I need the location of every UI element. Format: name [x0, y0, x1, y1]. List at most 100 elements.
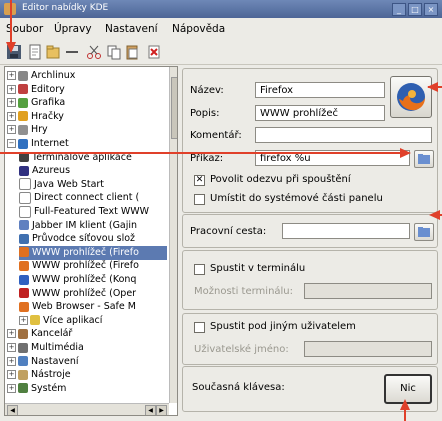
tree-item[interactable]: + Hry: [7, 123, 167, 137]
tree-item-label: Nástroje: [31, 369, 71, 381]
new-submenu-icon[interactable]: [45, 44, 61, 60]
tree-item-label: Více aplikací: [43, 314, 103, 326]
menu-entry-icon: [19, 165, 29, 176]
scroll-left-icon[interactable]: ◀: [145, 405, 156, 415]
terminal-options-field[interactable]: [304, 283, 432, 299]
tree-item[interactable]: + Multimédia: [7, 341, 167, 355]
expand-toggle-icon[interactable]: +: [7, 98, 16, 108]
systray-checkbox[interactable]: [194, 194, 205, 205]
toolbar: [0, 40, 442, 65]
paste-icon[interactable]: [124, 44, 140, 60]
copy-icon[interactable]: [106, 44, 122, 60]
expand-toggle-icon[interactable]: +: [7, 356, 16, 366]
window-titlebar[interactable]: Editor nabídky KDE _ □ ×: [0, 0, 442, 18]
separator-icon[interactable]: [64, 44, 80, 60]
menu-nastaveni[interactable]: Nastavení: [105, 23, 158, 35]
otheruser-checkbox[interactable]: [194, 322, 205, 333]
description-field[interactable]: WWW prohlížeč: [255, 105, 385, 121]
expand-toggle-icon[interactable]: −: [7, 139, 16, 148]
delete-icon[interactable]: [146, 44, 162, 60]
menu-napoveda[interactable]: Nápověda: [172, 23, 225, 35]
tree-item[interactable]: + Systém: [7, 382, 167, 396]
tree-item[interactable]: Full-Featured Text WWW: [19, 205, 167, 219]
menu-entry-icon: [19, 178, 31, 191]
tree-item-label: Jabber IM klient (Gajin: [32, 219, 138, 231]
menu-entry-icon: [18, 369, 28, 380]
new-item-icon[interactable]: [27, 44, 43, 60]
comment-field[interactable]: [255, 127, 432, 143]
menu-entry-icon: [19, 247, 29, 258]
feedback-label: Povolit odezvu při spouštění: [210, 174, 351, 185]
tree-item[interactable]: Java Web Start: [19, 178, 167, 192]
tree-item-label: Hry: [31, 124, 48, 136]
menu-entry-icon: [18, 84, 28, 95]
tree-item[interactable]: + Archlinux: [7, 69, 167, 83]
expand-toggle-icon[interactable]: +: [7, 84, 16, 94]
tree-item-label: Internet: [31, 138, 69, 149]
menu-entry-icon: [19, 260, 29, 271]
tree-item-label: Java Web Start: [34, 178, 105, 190]
tree-item[interactable]: Azureus: [19, 164, 167, 178]
menu-upravy[interactable]: Úpravy: [54, 23, 92, 35]
scroll-left-icon[interactable]: ◀: [7, 405, 18, 415]
tree-item[interactable]: − Internet: [7, 137, 167, 151]
tree-item[interactable]: + Hračky: [7, 110, 167, 124]
tree-item-label: Direct connect client (: [34, 192, 140, 204]
cut-icon[interactable]: [86, 44, 102, 60]
tree-item[interactable]: + Nástroje: [7, 368, 167, 382]
tree-item[interactable]: Jabber IM klient (Gajin: [19, 219, 167, 233]
expand-toggle-icon[interactable]: +: [7, 383, 16, 393]
tree-item[interactable]: + Editory: [7, 83, 167, 97]
username-label: Uživatelské jméno:: [194, 344, 289, 355]
tree-horizontal-scrollbar[interactable]: ◀ ◀ ▶: [5, 403, 169, 415]
browse-workdir-button[interactable]: [414, 223, 434, 241]
close-icon[interactable]: ×: [424, 3, 438, 16]
tree-item-label: Multimédia: [31, 342, 84, 353]
tree-item[interactable]: WWW prohlížeč (Oper: [19, 287, 167, 301]
tree-item[interactable]: + Více aplikací: [19, 314, 167, 328]
expand-toggle-icon[interactable]: +: [7, 343, 16, 352]
feedback-checkbox[interactable]: ✕: [194, 175, 205, 186]
tree-item[interactable]: + Kancelář: [7, 327, 167, 341]
tree-item[interactable]: Průvodce síťovou slož: [19, 232, 167, 246]
expand-toggle-icon[interactable]: +: [19, 315, 28, 325]
description-label: Popis:: [190, 108, 220, 119]
otheruser-label: Spustit pod jiným uživatelem: [210, 321, 356, 332]
expand-toggle-icon[interactable]: +: [7, 329, 16, 339]
tree-item[interactable]: + Grafika: [7, 96, 167, 110]
tree-item-label: Průvodce síťovou slož: [32, 233, 136, 245]
tree-item-label: WWW prohlížeč (Firefo: [32, 260, 139, 272]
name-field[interactable]: Firefox: [255, 82, 385, 98]
tree-item-label: Archlinux: [31, 70, 76, 81]
shortcut-label: Současná klávesa:: [192, 382, 285, 393]
terminal-checkbox[interactable]: [194, 264, 205, 275]
menu-entry-icon: [19, 288, 29, 299]
username-field[interactable]: [304, 341, 432, 357]
expand-toggle-icon[interactable]: +: [7, 111, 16, 121]
menu-tree[interactable]: + Archlinux + Editory + Grafika + Hračky + Hry − In…: [4, 66, 178, 416]
tree-item[interactable]: WWW prohlížeč (Konq: [19, 273, 167, 287]
tree-item-label: Hračky: [31, 110, 64, 122]
menu-entry-icon: [18, 328, 28, 339]
comment-label: Komentář:: [190, 130, 242, 141]
expand-toggle-icon[interactable]: +: [7, 125, 16, 135]
expand-toggle-icon[interactable]: +: [7, 370, 16, 380]
expand-toggle-icon[interactable]: +: [7, 71, 16, 80]
tree-item-label: WWW prohlížeč (Konq: [32, 274, 137, 285]
menu-entry-icon: [18, 383, 28, 394]
minimize-icon[interactable]: _: [392, 3, 406, 16]
scroll-right-icon[interactable]: ▶: [156, 405, 167, 415]
menu-entry-icon: [18, 124, 28, 135]
tree-scroll-thumb[interactable]: [171, 77, 177, 139]
tree-item[interactable]: Web Browser - Safe M: [19, 300, 167, 314]
tree-vertical-scrollbar[interactable]: [169, 67, 177, 403]
name-label: Název:: [190, 85, 224, 96]
tree-item[interactable]: WWW prohlížeč (Firefo: [19, 259, 167, 273]
tree-item[interactable]: WWW prohlížeč (Firefo: [19, 245, 167, 260]
maximize-icon[interactable]: □: [408, 3, 422, 16]
workdir-field[interactable]: [282, 223, 410, 239]
browse-command-button[interactable]: [414, 150, 434, 168]
tree-item[interactable]: Direct connect client (: [19, 191, 167, 205]
tree-item[interactable]: + Nastavení: [7, 355, 167, 369]
firefox-icon: [397, 83, 425, 111]
